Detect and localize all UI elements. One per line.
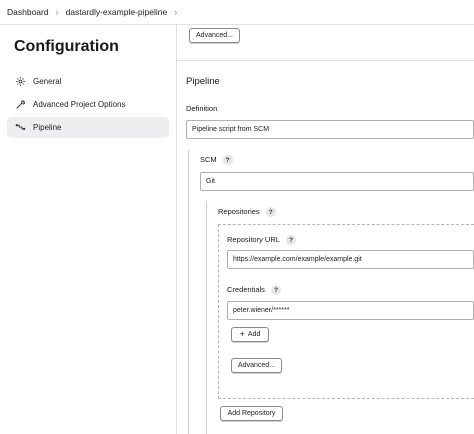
wrench-icon xyxy=(14,99,26,111)
add-button-label: Add xyxy=(247,331,261,338)
scm-nesting-bar xyxy=(188,150,189,434)
sidebar-item-pipeline[interactable]: Pipeline xyxy=(7,117,169,138)
add-credentials-button[interactable]: + Add xyxy=(231,327,269,342)
credentials-label: Credentials? xyxy=(227,285,281,296)
repository-url-label: Repository URL? xyxy=(227,235,296,246)
repository-url-help-icon[interactable]: ? xyxy=(285,235,296,246)
repositories-help-icon[interactable]: ? xyxy=(265,207,276,218)
repositories-label: Repositories? xyxy=(218,207,276,218)
credentials-select[interactable]: peter.wiener/****** xyxy=(227,301,474,320)
scm-help-icon[interactable]: ? xyxy=(222,155,233,166)
sidebar-item-label: Pipeline xyxy=(33,123,62,132)
breadcrumb: Dashboard › dastardly-example-pipeline › xyxy=(0,0,474,25)
sidebar-item-advanced-project-options[interactable]: Advanced Project Options xyxy=(7,94,169,115)
sidebar-item-label: Advanced Project Options xyxy=(33,100,126,109)
sidebar-item-general[interactable]: General xyxy=(7,71,169,92)
repository-url-input[interactable]: https://example.com/example/example.git xyxy=(227,250,474,269)
page-title: Configuration xyxy=(14,38,119,55)
gear-icon xyxy=(14,76,26,88)
scm-label-text: SCM xyxy=(200,155,217,164)
breadcrumb-pipeline-job[interactable]: dastardly-example-pipeline xyxy=(66,7,168,17)
add-repository-button[interactable]: Add Repository xyxy=(220,406,283,421)
credentials-label-text: Credentials xyxy=(227,285,265,294)
plus-icon: + xyxy=(239,329,245,339)
git-nesting-bar xyxy=(206,201,207,434)
definition-select[interactable]: Pipeline script from SCM xyxy=(186,120,474,139)
repositories-label-text: Repositories xyxy=(218,207,260,216)
repository-url-label-text: Repository URL xyxy=(227,235,280,244)
pipeline-icon xyxy=(14,122,26,134)
advanced-button[interactable]: Advanced... xyxy=(189,28,240,43)
repository-advanced-button[interactable]: Advanced... xyxy=(231,358,282,373)
breadcrumb-separator: › xyxy=(55,7,59,17)
breadcrumb-dashboard[interactable]: Dashboard xyxy=(7,7,49,17)
sidebar-item-label: General xyxy=(33,77,62,86)
breadcrumb-separator[interactable]: › xyxy=(174,7,177,17)
definition-label: Definition xyxy=(186,104,218,113)
scm-label: SCM? xyxy=(200,155,233,166)
credentials-help-icon[interactable]: ? xyxy=(270,285,281,296)
scm-select[interactable]: Git xyxy=(200,172,474,191)
pipeline-section-title: Pipeline xyxy=(186,76,220,87)
section-divider xyxy=(177,60,474,61)
sidebar-divider xyxy=(176,25,177,434)
